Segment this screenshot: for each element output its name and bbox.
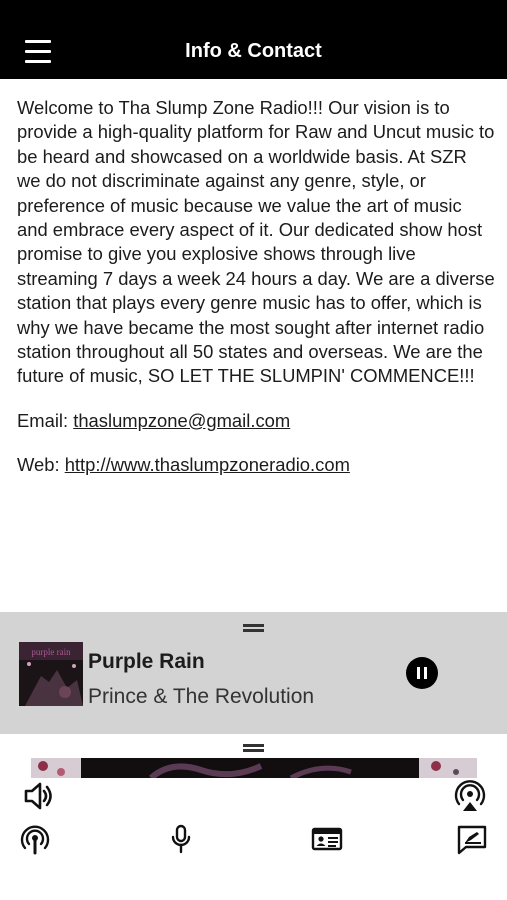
web-link[interactable]: http://www.thaslumpzoneradio.com <box>65 454 350 475</box>
airplay-icon[interactable] <box>453 779 487 813</box>
about-paragraph: Welcome to Tha Slump Zone Radio!!! Our v… <box>17 97 495 387</box>
album-art: purple rain <box>19 642 83 706</box>
artwork-banner <box>31 758 477 778</box>
page-title: Info & Contact <box>185 40 322 62</box>
contact-card-icon[interactable] <box>310 822 344 856</box>
volume-icon[interactable] <box>21 779 55 813</box>
podcast-icon[interactable] <box>18 822 52 856</box>
drag-handle-icon[interactable] <box>243 624 264 633</box>
svg-text:purple rain: purple rain <box>31 647 71 657</box>
web-label: Web: <box>17 454 65 476</box>
microphone-icon[interactable] <box>164 822 198 856</box>
web-line: Web: http://www.thaslumpzoneradio.com <box>17 453 495 477</box>
message-edit-icon[interactable] <box>455 822 489 856</box>
song-title: Purple Rain <box>88 650 205 673</box>
email-label: Email: <box>17 409 74 431</box>
artist-name: Prince & The Revolution <box>88 685 315 708</box>
info-content: Welcome to Tha Slump Zone Radio!!! Our v… <box>17 96 495 478</box>
drag-handle-icon[interactable] <box>243 744 264 753</box>
app-header: Info & Contact <box>0 0 507 79</box>
email-line: Email: thaslumpzone@gmail.com <box>17 409 495 433</box>
pause-button[interactable] <box>406 657 438 689</box>
email-link[interactable]: thaslumpzone@gmail.com <box>73 410 290 431</box>
